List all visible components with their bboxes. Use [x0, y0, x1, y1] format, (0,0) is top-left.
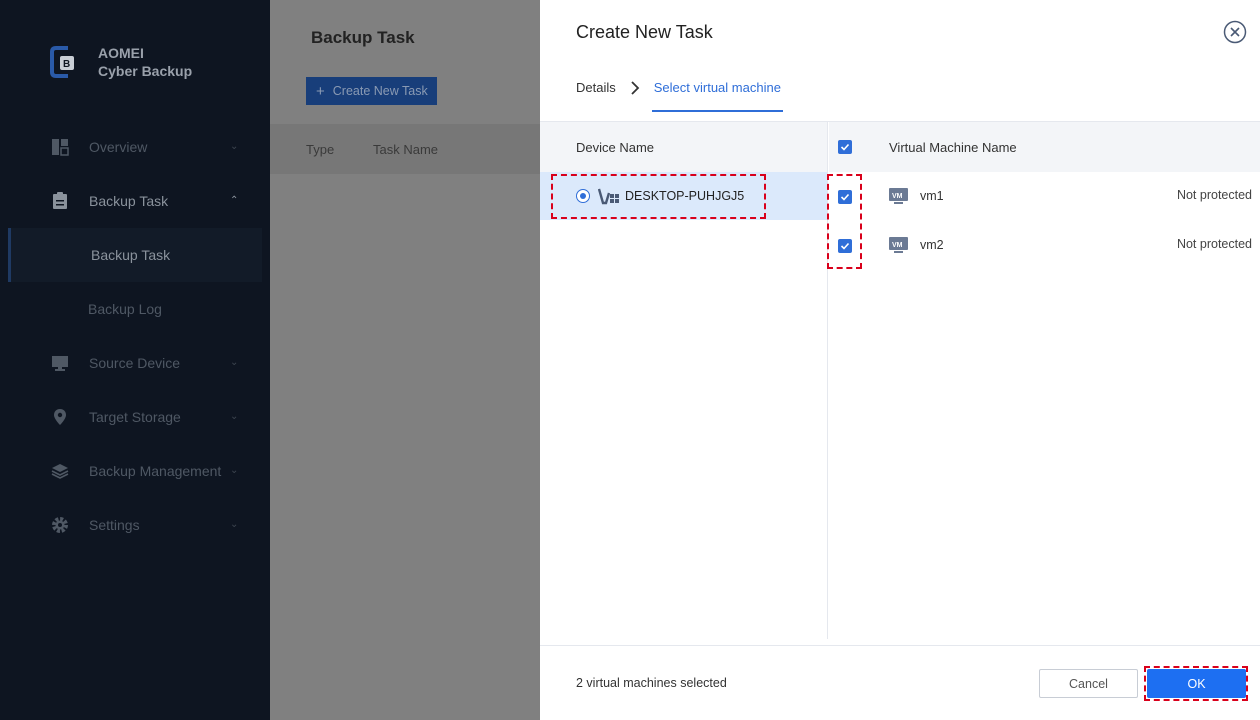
sidebar-subitem-backup-task[interactable]: Backup Task	[8, 228, 262, 282]
column-header-task-name: Task Name	[373, 141, 439, 157]
vm-name: vm1	[920, 189, 944, 203]
sidebar-item-label: Settings	[89, 517, 140, 533]
step-breadcrumb: Details Select virtual machine	[576, 80, 784, 112]
chevron-down-icon: ⌄	[230, 357, 239, 368]
gear-icon	[50, 515, 70, 535]
create-new-task-label: Create New Task	[332, 84, 428, 98]
sidebar-nav: Overview ⌄ Backup Task ⌃ Backup Task Bac…	[0, 120, 270, 552]
vm-row[interactable]: VM vm2 Not protected	[829, 221, 1260, 270]
chevron-up-icon: ⌃	[230, 195, 239, 206]
device-radio[interactable]	[576, 189, 590, 203]
plus-icon: +	[316, 82, 325, 100]
vm-pane: Virtual Machine Name VM vm1 Not protecte…	[829, 122, 1260, 639]
vm-checkbox[interactable]	[838, 190, 852, 204]
device-row[interactable]: DESKTOP-PUHJGJ5	[540, 172, 827, 220]
clipboard-icon	[50, 191, 70, 211]
sidebar-item-source-device[interactable]: Source Device ⌄	[0, 336, 270, 390]
chevron-right-icon	[630, 80, 640, 95]
svg-text:VM: VM	[892, 242, 903, 249]
selected-count-text: 2 virtual machines selected	[576, 676, 727, 690]
vm-protection-status: Not protected	[1176, 188, 1252, 202]
sidebar-item-settings[interactable]: Settings ⌄	[0, 498, 270, 552]
sidebar-item-overview[interactable]: Overview ⌄	[0, 120, 270, 174]
ok-button[interactable]: OK	[1147, 669, 1246, 698]
vm-table-header: Virtual Machine Name	[829, 122, 1260, 172]
sidebar-item-label: Target Storage	[89, 409, 181, 425]
sidebar-item-label: Backup Management	[89, 463, 222, 479]
vcenter-host-icon	[597, 187, 620, 205]
svg-text:VM: VM	[892, 193, 903, 200]
page-title: Backup Task	[311, 28, 415, 47]
create-new-task-button[interactable]: + Create New Task	[306, 77, 437, 105]
chevron-down-icon: ⌄	[230, 465, 239, 476]
virtual-machine-icon: VM	[889, 188, 908, 205]
sidebar-item-label: Source Device	[89, 355, 181, 371]
vm-checkbox[interactable]	[838, 239, 852, 253]
layers-icon	[50, 461, 70, 481]
sidebar-item-target-storage[interactable]: Target Storage ⌄	[0, 390, 270, 444]
sidebar-item-backup-task[interactable]: Backup Task ⌃	[0, 174, 270, 228]
sidebar-item-label: Overview	[89, 139, 148, 155]
overview-icon	[50, 137, 70, 157]
dialog-title: Create New Task	[576, 22, 713, 42]
virtual-machine-icon: VM	[889, 237, 908, 254]
device-name-header: Device Name	[540, 122, 827, 172]
step-select-virtual-machine[interactable]: Select virtual machine	[651, 80, 784, 112]
chevron-down-icon: ⌄	[230, 141, 239, 152]
vm-name-header: Virtual Machine Name	[889, 139, 1017, 155]
brand-name-line2: Cyber Backup	[98, 63, 193, 79]
chevron-down-icon: ⌄	[230, 411, 239, 422]
step-details[interactable]: Details	[576, 80, 616, 95]
cancel-button[interactable]: Cancel	[1039, 669, 1138, 698]
aomei-logo-icon: B	[48, 44, 84, 80]
column-header-type: Type	[306, 141, 335, 157]
vm-name: vm2	[920, 238, 944, 252]
select-all-checkbox[interactable]	[838, 140, 852, 154]
location-pin-icon	[50, 407, 70, 427]
sidebar-subitem-label: Backup Task	[91, 247, 171, 263]
device-name: DESKTOP-PUHJGJ5	[625, 189, 745, 203]
brand: B AOMEI Cyber Backup	[48, 44, 192, 80]
vm-row[interactable]: VM vm1 Not protected	[829, 172, 1260, 221]
sidebar-subitem-backup-log[interactable]: Backup Log	[0, 282, 270, 336]
task-table-header: Type Task Name	[270, 124, 540, 174]
close-icon[interactable]	[1223, 20, 1247, 44]
svg-text:B: B	[63, 59, 70, 70]
sidebar-item-label: Backup Task	[89, 193, 169, 209]
device-pane: Device Name DESKTOP-PUHJGJ5	[540, 122, 828, 639]
vm-protection-status: Not protected	[1176, 237, 1252, 251]
brand-name-line1: AOMEI	[98, 45, 144, 61]
sidebar: B AOMEI Cyber Backup Overview ⌄ Backup T…	[0, 0, 270, 720]
sidebar-item-backup-management[interactable]: Backup Management ⌄	[0, 444, 270, 498]
sidebar-subitem-label: Backup Log	[88, 301, 162, 317]
footer-divider	[540, 645, 1260, 646]
main-content: Backup Task + Create New Task Type Task …	[270, 0, 540, 720]
monitor-icon	[50, 353, 70, 373]
create-task-dialog: Create New Task Details Select virtual m…	[540, 0, 1260, 720]
chevron-down-icon: ⌄	[230, 519, 239, 530]
